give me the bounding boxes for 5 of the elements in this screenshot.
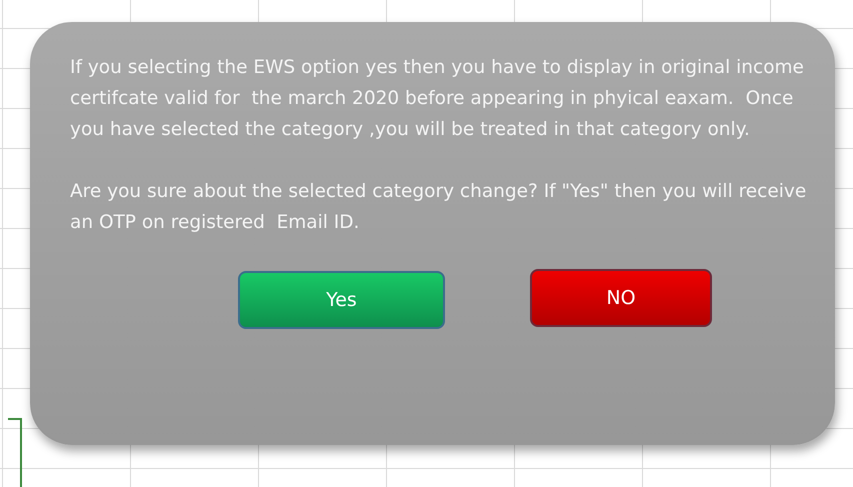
no-button[interactable]: NO bbox=[530, 269, 712, 327]
message-text: If you selecting the EWS option yes then you have to display in original income certifcate valid for the march 2020 before appearing in phyical eaxam. Once you have selected the category ,you will be treated in that category only. bbox=[70, 56, 805, 142]
message-text: Are you sure about the selected category change? If "Yes" then you will receive an OTP on registered Email ID. bbox=[70, 180, 808, 235]
selected-cell bbox=[8, 418, 22, 487]
yes-button[interactable]: Yes bbox=[238, 271, 445, 329]
